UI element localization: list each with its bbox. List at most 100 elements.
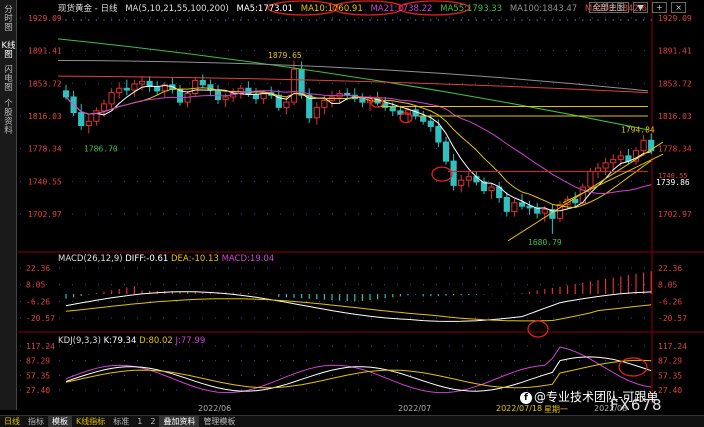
candle-body-29 — [283, 101, 290, 108]
kdj-left-label-3: 27.40 — [26, 386, 50, 395]
kdj-left-label-2: 57.35 — [26, 371, 50, 380]
top-marker-4 — [95, 19, 98, 21]
candle-body-70 — [594, 167, 602, 173]
top-marker-0 — [65, 19, 67, 21]
bottom-tab-3[interactable]: K线指标 — [72, 416, 109, 427]
top-marker-24 — [247, 19, 250, 21]
top-marker-16 — [186, 19, 189, 21]
bottom-tab-8[interactable]: 管理模板 — [199, 416, 239, 427]
top-marker-65 — [559, 19, 561, 21]
top-marker-77 — [650, 19, 652, 21]
candle-body-12 — [154, 86, 161, 92]
top-marker-70 — [597, 19, 599, 21]
top-marker-35 — [331, 19, 333, 21]
macd-highlight-circle — [527, 320, 549, 338]
candle-body-49 — [435, 125, 442, 143]
side-tab-3[interactable]: 个股资料 — [1, 100, 16, 136]
main-chart-selector[interactable]: 全部主图 — [588, 2, 629, 13]
close-icon[interactable]: × — [671, 2, 686, 13]
kdj-left-label-1: 87.29 — [26, 357, 50, 366]
bottom-tab-5[interactable]: 1 — [133, 416, 146, 427]
highlight-circle-3 — [431, 166, 453, 182]
top-marker-28 — [278, 19, 280, 21]
bottom-tab-7[interactable]: 叠加资料 — [159, 416, 200, 427]
top-marker-26 — [262, 19, 265, 21]
add-icon[interactable]: + — [652, 2, 667, 13]
annotation-high1: 1879.65 — [268, 51, 302, 60]
top-marker-42 — [384, 19, 387, 21]
date-label-cursor: 2022/07/18 — [496, 404, 543, 413]
top-marker-33 — [316, 19, 318, 21]
candle-body-9 — [131, 83, 138, 91]
bottom-tab-6[interactable]: 2 — [146, 416, 159, 427]
top-marker-73 — [620, 19, 622, 21]
kdj-left-label-0: 117.24 — [26, 342, 55, 351]
top-marker-51 — [452, 19, 455, 21]
candle-body-53 — [465, 176, 472, 181]
candle-body-6 — [108, 92, 115, 105]
side-tab-0[interactable]: 分时图 — [1, 6, 16, 33]
price-label-1740: 1740.55 — [658, 172, 688, 180]
side-tab-bar: 分时图 K线图闪电图个股资料 — [0, 0, 17, 410]
candle-body-39 — [359, 98, 366, 103]
macd-axis-label-0: 22.36 — [658, 264, 682, 273]
candle-body-73 — [617, 155, 624, 160]
candle-body-61 — [526, 205, 533, 209]
top-marker-44 — [399, 19, 402, 21]
price-axis-label-6: 1702.97 — [658, 210, 692, 219]
side-tab-1[interactable]: K线图 — [1, 42, 16, 60]
top-marker-68 — [582, 19, 584, 21]
annotation-low1: 1786.70 — [84, 144, 118, 153]
macd-value: MACD:19.04 — [221, 254, 275, 264]
bottom-tab-4[interactable]: 标准 — [109, 416, 133, 427]
top-marker-72 — [612, 19, 614, 21]
bottom-tab-0[interactable]: 日线 — [0, 416, 24, 427]
top-marker-39 — [361, 19, 364, 21]
date-axis: 2022/06 2022/07 2022/07/18 星期一 2022/08 — [18, 404, 668, 415]
side-tab-2[interactable]: 闪电图 — [1, 66, 16, 93]
candle-body-63 — [541, 209, 548, 214]
candle-body-4 — [93, 110, 100, 122]
bottom-tab-1[interactable]: 指标 — [24, 416, 48, 427]
top-marker-30 — [293, 19, 295, 21]
top-marker-38 — [354, 19, 356, 21]
ma100-value: MA100:1843.47 — [509, 4, 578, 14]
top-marker-61 — [528, 19, 531, 21]
candle-body-34 — [321, 99, 328, 108]
top-marker-55 — [483, 19, 485, 21]
top-marker-47 — [422, 19, 425, 21]
candle-body-20 — [214, 89, 222, 101]
kdj-title: KDJ(9,3,3) — [58, 336, 101, 346]
top-marker-8 — [126, 19, 128, 21]
bottom-tab-2[interactable]: 模板 — [48, 416, 72, 427]
dropdown-icon[interactable]: ▼ — [633, 2, 648, 13]
top-marker-76 — [642, 19, 645, 21]
top-marker-62 — [536, 19, 538, 21]
left-price-label-1: 1891.41 — [28, 47, 62, 56]
macd-left-label-3: -20.57 — [26, 314, 55, 323]
top-marker-58 — [506, 19, 508, 21]
candle-body-69 — [587, 171, 594, 188]
ma10-value: MA10:1760.91 — [300, 4, 363, 14]
date-label-weekday: 星期一 — [544, 405, 568, 414]
candle-body-2 — [78, 112, 85, 127]
candle-body-5 — [100, 103, 108, 112]
chart-controls: 全部主图 ▼ + × — [587, 2, 686, 13]
candle-body-43 — [389, 106, 396, 112]
top-marker-15 — [179, 19, 181, 21]
top-marker-66 — [566, 19, 569, 21]
top-marker-74 — [627, 19, 630, 21]
top-marker-29 — [285, 19, 288, 21]
candle-body-10 — [138, 80, 146, 85]
candle-body-52 — [458, 179, 465, 186]
top-marker-56 — [490, 19, 493, 21]
candle-body-0 — [62, 90, 70, 98]
top-marker-10 — [141, 19, 143, 21]
kdj-axis-label-0: 117.24 — [658, 342, 687, 351]
top-marker-11 — [148, 19, 151, 21]
top-marker-31 — [300, 19, 303, 21]
top-marker-63 — [544, 19, 546, 21]
top-marker-34 — [323, 19, 326, 21]
ma5-value: MA5:1773.01 — [236, 4, 294, 14]
candle-body-58 — [503, 197, 510, 212]
